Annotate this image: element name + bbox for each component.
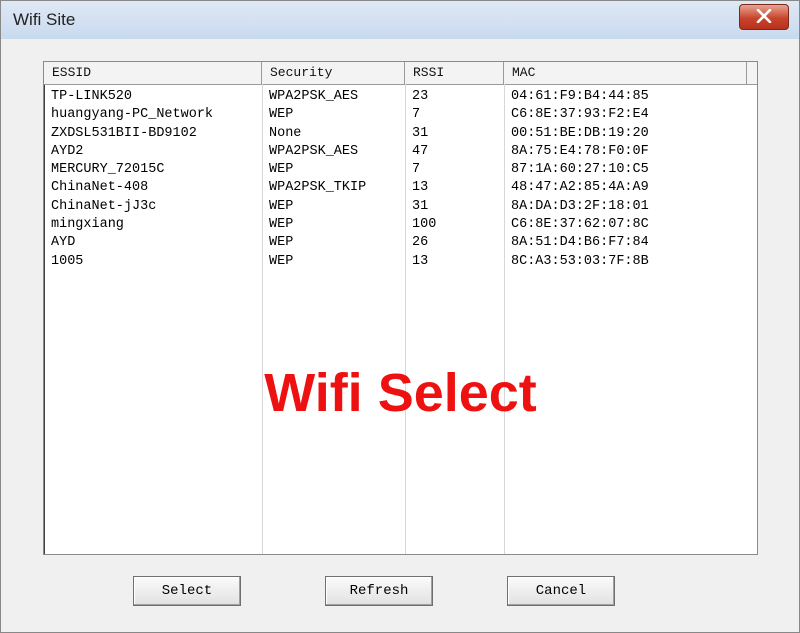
table-row[interactable]: mingxiang WEP 100 C6:8E:37:62:07:8C <box>44 216 757 234</box>
close-icon <box>756 9 772 23</box>
table-row[interactable]: AYD WEP 26 8A:51:D4:B6:F7:84 <box>44 234 757 252</box>
cell-rssi: 47 <box>412 143 429 159</box>
cell-mac: 8A:75:E4:78:F0:0F <box>511 143 649 159</box>
table-row[interactable]: 1005 WEP 13 8C:A3:53:03:7F:8B <box>44 253 757 271</box>
table-row[interactable]: AYD2 WPA2PSK_AES 47 8A:75:E4:78:F0:0F <box>44 143 757 161</box>
cell-mac: 48:47:A2:85:4A:A9 <box>511 180 649 196</box>
wifi-site-dialog: Wifi Site ESSID Security RSSI MAC TP-LIN… <box>0 0 800 633</box>
list-rows: TP-LINK520 WPA2PSK_AES 23 04:61:F9:B4:44:85… <box>44 88 757 271</box>
refresh-button[interactable]: Refresh <box>325 576 433 606</box>
cell-mac: 8A:DA:D3:2F:18:01 <box>511 198 649 214</box>
cell-essid: ZXDSL531BII-BD9102 <box>51 125 197 141</box>
table-row[interactable]: ZXDSL531BII-BD9102 None 31 00:51:BE:DB:19:2… <box>44 125 757 143</box>
cell-rssi: 26 <box>412 235 429 251</box>
cell-rssi: 7 <box>412 107 421 123</box>
cell-mac: C6:8E:37:62:07:8C <box>511 217 649 233</box>
cell-rssi: 100 <box>412 217 437 233</box>
cell-essid: ChinaNet-408 <box>51 180 149 196</box>
cell-rssi: 7 <box>412 162 421 178</box>
window-title: Wifi Site <box>13 10 76 29</box>
table-row[interactable]: ChinaNet-jJ3c WEP 31 8A:DA:D3:2F:18:01 <box>44 198 757 216</box>
column-header-rssi[interactable]: RSSI <box>405 62 504 84</box>
table-row[interactable]: MERCURY_72015C WEP 7 87:1A:60:27:10:C5 <box>44 161 757 179</box>
cell-mac: 8C:A3:53:03:7F:8B <box>511 253 649 269</box>
cell-security: WEP <box>269 198 294 214</box>
cell-essid: AYD <box>51 235 76 251</box>
cell-mac: 8A:51:D4:B6:F7:84 <box>511 235 649 251</box>
cell-security: WEP <box>269 217 294 233</box>
cell-rssi: 13 <box>412 180 429 196</box>
cell-rssi: 31 <box>412 198 429 214</box>
select-button[interactable]: Select <box>133 576 241 606</box>
cell-rssi: 13 <box>412 253 429 269</box>
cell-essid: ChinaNet-jJ3c <box>51 198 157 214</box>
cell-mac: C6:8E:37:93:F2:E4 <box>511 107 649 123</box>
cell-mac: 04:61:F9:B4:44:85 <box>511 89 649 104</box>
cell-essid: mingxiang <box>51 217 124 233</box>
table-row[interactable]: huangyang-PC_Network WEP 7 C6:8E:37:93:F2:E… <box>44 106 757 124</box>
wifi-list[interactable]: ESSID Security RSSI MAC TP-LINK520 WPA2PS… <box>43 61 758 555</box>
cell-security: WEP <box>269 107 294 123</box>
cell-rssi: 31 <box>412 125 429 141</box>
cell-security: WEP <box>269 235 294 251</box>
cell-security: None <box>269 125 302 141</box>
cancel-button[interactable]: Cancel <box>507 576 615 606</box>
cell-essid: TP-LINK520 <box>51 89 133 104</box>
cell-rssi: 23 <box>412 89 429 104</box>
cell-security: WEP <box>269 253 294 269</box>
title-bar[interactable]: Wifi Site <box>1 1 799 39</box>
cell-security: WPA2PSK_TKIP <box>269 180 367 196</box>
close-button[interactable] <box>739 4 789 30</box>
cell-security: WPA2PSK_AES <box>269 143 359 159</box>
cell-essid: huangyang-PC_Network <box>51 107 214 123</box>
table-row[interactable]: ChinaNet-408 WPA2PSK_TKIP 13 48:47:A2:85:4A… <box>44 179 757 197</box>
cell-essid: 1005 <box>51 253 84 269</box>
cell-security: WEP <box>269 162 294 178</box>
column-header-security[interactable]: Security <box>262 62 405 84</box>
wifi-select-caption: Wifi Select <box>264 363 537 423</box>
cell-essid: MERCURY_72015C <box>51 162 165 178</box>
list-header: ESSID Security RSSI MAC <box>44 62 757 85</box>
cell-essid: AYD2 <box>51 143 84 159</box>
table-row[interactable]: TP-LINK520 WPA2PSK_AES 23 04:61:F9:B4:44:85 <box>44 88 757 106</box>
column-header-mac[interactable]: MAC <box>504 62 747 84</box>
cell-security: WPA2PSK_AES <box>269 89 359 104</box>
column-header-essid[interactable]: ESSID <box>44 62 262 84</box>
cell-mac: 87:1A:60:27:10:C5 <box>511 162 649 178</box>
cell-mac: 00:51:BE:DB:19:20 <box>511 125 649 141</box>
